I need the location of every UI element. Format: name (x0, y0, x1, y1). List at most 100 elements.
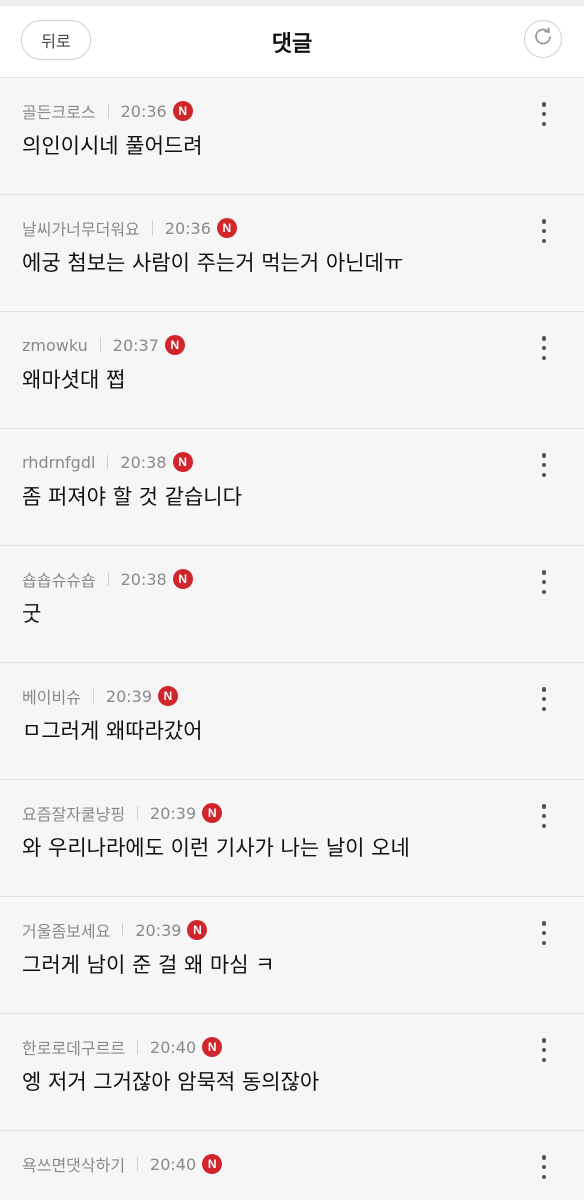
comment-item: rhdrnfgdl 20:38 N 좀 퍼져야 할 것 같습니다 (0, 429, 584, 546)
comment-time: 20:37 (112, 335, 159, 355)
comment-item: 베이비슈 20:39 N ㅁ그러게 왜따라갔어 (0, 663, 584, 780)
header-bar: 뒤로 댓글 (0, 6, 584, 78)
comment-item: 날씨가너무더워요 20:36 N 에궁 첨보는 사람이 주는거 먹는거 아닌데ㅠ (0, 195, 584, 312)
comment-author[interactable]: 베이비슈 (22, 684, 81, 708)
more-dot (541, 355, 547, 360)
meta-divider (137, 1157, 139, 1171)
comment-meta: 욕쓰면댓삭하기 20:40 N (22, 1152, 223, 1176)
more-dot (541, 1047, 547, 1053)
more-options-button[interactable] (534, 100, 554, 128)
comments-screen: 뒤로 댓글 골든크로스 20:36 N 의인이시네 풀어드려 날씨가너무더워요 … (0, 0, 584, 1200)
comment-list: 골든크로스 20:36 N 의인이시네 풀어드려 날씨가너무더워요 20:36 … (0, 78, 584, 1200)
more-options-button[interactable] (534, 802, 554, 830)
more-dot (541, 706, 547, 711)
refresh-button[interactable] (524, 20, 562, 58)
comment-meta: 거울좀보세요 20:39 N (22, 918, 208, 942)
comment-text: ㅁ그러게 왜따라갔어 (22, 719, 203, 743)
more-options-button[interactable] (534, 919, 554, 947)
meta-divider (122, 923, 124, 937)
comment-meta: 날씨가너무더워요 20:36 N (22, 216, 237, 240)
comment-text: 좀 퍼져야 할 것 같습니다 (22, 485, 242, 509)
more-options-button[interactable] (534, 217, 554, 245)
comment-meta: 골든크로스 20:36 N (22, 99, 193, 123)
more-dot (541, 579, 547, 585)
more-dot (541, 1057, 547, 1062)
more-dot (541, 921, 547, 926)
comment-author[interactable]: 요즘잘자쿨냥핑 (22, 801, 125, 825)
new-badge-icon: N (172, 452, 193, 472)
new-badge-icon: N (164, 335, 185, 355)
more-dot (541, 570, 547, 575)
more-dot (541, 813, 547, 819)
new-badge-icon: N (202, 1037, 223, 1057)
more-dot (541, 238, 547, 243)
refresh-icon (532, 26, 554, 52)
meta-divider (137, 806, 139, 820)
comment-author[interactable]: 날씨가너무더워요 (22, 216, 140, 240)
comment-meta: 한로로데구르르 20:40 N (22, 1035, 223, 1059)
more-dot (541, 589, 547, 594)
more-dot (541, 940, 547, 945)
more-options-button[interactable] (534, 1153, 554, 1181)
meta-divider (99, 338, 101, 352)
comment-meta: 요즘잘자쿨냥핑 20:39 N (22, 801, 223, 825)
comment-author[interactable]: 거울좀보세요 (22, 918, 110, 942)
more-dot (541, 336, 547, 341)
more-dot (541, 804, 547, 809)
comment-item: zmowku 20:37 N 왜마셧대 쩝 (0, 312, 584, 429)
more-dot (541, 696, 547, 702)
more-dot (541, 1038, 547, 1043)
more-options-button[interactable] (534, 568, 554, 596)
comment-author[interactable]: 숍숍슈슈숍 (22, 567, 96, 591)
comment-meta: zmowku 20:37 N (22, 333, 185, 357)
more-options-button[interactable] (534, 1036, 554, 1064)
more-dot (541, 462, 547, 468)
new-badge-icon: N (172, 569, 193, 589)
more-dot (541, 111, 547, 117)
comment-text: 왜마셧대 쩝 (22, 368, 126, 392)
comment-time: 20:39 (135, 920, 182, 940)
comment-time: 20:39 (150, 803, 197, 823)
meta-divider (92, 689, 94, 703)
meta-divider (107, 104, 109, 118)
comment-text: 굿 (22, 602, 42, 626)
more-dot (541, 472, 547, 477)
comment-time: 20:40 (150, 1154, 197, 1174)
comment-item: 한로로데구르르 20:40 N 엥 저거 그거잖아 암묵적 동의잖아 (0, 1014, 584, 1131)
comment-item: 거울좀보세요 20:39 N 그러게 남이 준 걸 왜 마심 ㅋ (0, 897, 584, 1014)
new-badge-icon: N (172, 101, 193, 121)
comment-author[interactable]: 한로로데구르르 (22, 1035, 125, 1059)
more-dot (541, 345, 547, 351)
comment-author[interactable]: zmowku (22, 336, 88, 355)
comment-text: 그러게 남이 준 걸 왜 마심 ㅋ (22, 953, 275, 977)
comment-time: 20:39 (105, 686, 152, 706)
more-dot (541, 1164, 547, 1170)
meta-divider (107, 572, 109, 586)
new-badge-icon: N (202, 803, 223, 823)
new-badge-icon: N (202, 1154, 223, 1174)
comment-text: 와 우리나라에도 이런 기사가 나는 날이 오네 (22, 836, 410, 860)
more-options-button[interactable] (534, 451, 554, 479)
more-dot (541, 453, 547, 458)
new-badge-icon: N (216, 218, 237, 238)
comment-time: 20:38 (120, 452, 167, 472)
more-dot (541, 219, 547, 224)
comment-item: 요즘잘자쿨냥핑 20:39 N 와 우리나라에도 이런 기사가 나는 날이 오네 (0, 780, 584, 897)
comment-item: 골든크로스 20:36 N 의인이시네 풀어드려 (0, 78, 584, 195)
comment-text: 에궁 첨보는 사람이 주는거 먹는거 아닌데ㅠ (22, 251, 404, 275)
more-dot (541, 228, 547, 234)
more-options-button[interactable] (534, 685, 554, 713)
comment-item: 욕쓰면댓삭하기 20:40 N (0, 1131, 584, 1200)
meta-divider (151, 221, 153, 235)
new-badge-icon: N (187, 920, 208, 940)
more-dot (541, 930, 547, 936)
comment-author[interactable]: rhdrnfgdl (22, 453, 95, 472)
comment-text: 의인이시네 풀어드려 (22, 134, 203, 158)
more-dot (541, 1155, 547, 1160)
more-dot (541, 102, 547, 107)
meta-divider (137, 1040, 139, 1054)
comment-meta: 베이비슈 20:39 N (22, 684, 178, 708)
comment-author[interactable]: 욕쓰면댓삭하기 (22, 1152, 125, 1176)
comment-author[interactable]: 골든크로스 (22, 99, 96, 123)
more-options-button[interactable] (534, 334, 554, 362)
